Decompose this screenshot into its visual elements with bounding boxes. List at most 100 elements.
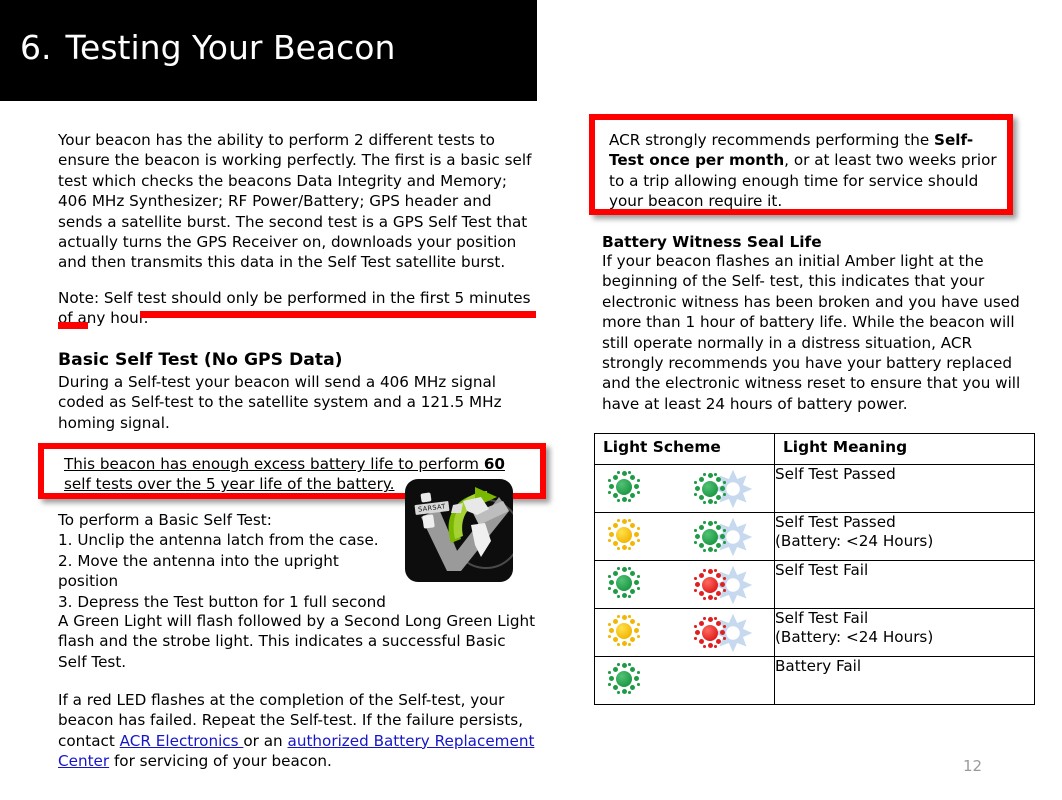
- light-slot-first: [607, 662, 641, 700]
- lamp-ray-dot: [621, 592, 627, 598]
- lamp-ray-dot: [630, 540, 636, 546]
- table-row: Self Test Passed (Battery: <24 Hours): [594, 512, 1035, 561]
- failure-paragraph: If a red LED flashes at the completion o…: [58, 690, 536, 772]
- lamp-ray-dot-small: [694, 529, 698, 532]
- lamp-ray-dot: [621, 519, 627, 525]
- lamp-ray-dot: [621, 615, 627, 621]
- lamp-ray-dot: [612, 475, 618, 481]
- slide-number: 6.: [20, 28, 52, 67]
- step-item-1: 1. Unclip the antenna latch from the cas…: [58, 531, 379, 550]
- lamp-ray-dot-small: [616, 518, 620, 522]
- lamp-ray-dot: [612, 492, 618, 498]
- lamp-ray-dot-small: [702, 520, 706, 524]
- table-header-row: Light Scheme Light Meaning: [594, 433, 1035, 465]
- lamp-bulb: [702, 624, 718, 641]
- lamp-ray-dot: [707, 521, 713, 527]
- lamp-ray-dot: [612, 588, 618, 594]
- cell-light-meaning: Self Test Fail: [774, 560, 1035, 609]
- callout-text-part1: This beacon has enough excess battery li…: [64, 455, 484, 473]
- lamp-ray-dot: [694, 534, 700, 539]
- lamp-ray-dot: [720, 630, 726, 635]
- step-item-2: 2. Move the antenna into the upright pos…: [58, 551, 339, 591]
- lamp-ray-dot-small: [616, 643, 620, 647]
- lamp-ray-dot: [608, 676, 614, 681]
- lamp-ray-dot: [608, 628, 614, 633]
- lamp-ray-dot: [707, 473, 713, 479]
- lamp-ray-dot: [698, 477, 704, 483]
- lamp-ray-dot-small: [616, 566, 620, 570]
- lamp-ray-dot-small: [722, 492, 726, 496]
- lamp-ray-dot-small: [702, 568, 706, 572]
- lamp-bulb: [616, 526, 632, 543]
- lamp-ray-dot: [608, 484, 614, 489]
- lamp-ray-dot-small: [628, 662, 632, 666]
- lamp-ray-dot: [621, 496, 627, 502]
- self-test-frequency-text: ACR strongly recommends performing the S…: [609, 130, 1001, 212]
- lamp-ray-dot-small: [714, 616, 718, 620]
- lamp-ray-dot: [612, 571, 618, 577]
- callout-text-part2: self tests over the 5 year life of the b…: [64, 475, 395, 494]
- lamp-ray-dot: [612, 619, 618, 625]
- lamp-ray-dot-small: [616, 470, 620, 474]
- lamp-ray-dot-small: [714, 645, 718, 649]
- lamp-ray-dot: [694, 486, 700, 491]
- lamp-bulb: [616, 478, 632, 495]
- lamp-ray-dot-small: [608, 538, 612, 542]
- red-highlight-rule-primary: [140, 311, 536, 318]
- lamp-ray-dot-small: [636, 575, 640, 578]
- lamp-ray-dot: [716, 542, 722, 548]
- lamp-ray-dot-small: [694, 481, 698, 484]
- light-slot-first: [607, 518, 641, 556]
- green-light-icon: [693, 472, 727, 506]
- lamp-ray-dot: [621, 688, 627, 694]
- lamp-ray-dot-small: [636, 682, 640, 686]
- page-number: 12: [963, 757, 983, 775]
- acr-electronics-link[interactable]: ACR Electronics: [120, 732, 244, 750]
- lamp-ray-dot-small: [722, 625, 726, 628]
- lamp-ray-dot: [630, 636, 636, 642]
- light-slot-first: [607, 470, 641, 508]
- lamp-bulb: [702, 480, 718, 497]
- light-scheme-icons: [595, 561, 774, 608]
- failure-text-part2: or an: [243, 731, 288, 750]
- lamp-ray-dot: [707, 617, 713, 623]
- self-test-frequency-callout-box: ACR strongly recommends performing the S…: [589, 114, 1013, 215]
- column-header-light-meaning: Light Meaning: [774, 433, 1035, 465]
- cell-light-meaning: Self Test Passed: [774, 464, 1035, 513]
- battery-witness-paragraph: If your beacon flashes an initial Amber …: [602, 252, 1021, 413]
- lamp-ray-dot-small: [702, 549, 706, 553]
- lamp-ray-dot: [621, 663, 627, 669]
- lamp-ray-dot-small: [694, 577, 698, 580]
- lamp-ray-dot-small: [714, 501, 718, 505]
- amber-light-icon: [607, 518, 641, 552]
- lamp-ray-dot: [720, 486, 726, 491]
- lamp-ray-dot: [698, 525, 704, 531]
- lamp-ray-dot-small: [694, 492, 698, 496]
- lamp-ray-dot: [612, 684, 618, 690]
- lamp-ray-dot-small: [694, 540, 698, 544]
- lamp-ray-dot-small: [714, 549, 718, 553]
- lamp-ray-dot-small: [722, 540, 726, 544]
- lamp-ray-dot: [707, 642, 713, 648]
- lamp-ray-dot-small: [636, 623, 640, 626]
- lamp-ray-dot: [621, 640, 627, 646]
- lamp-ray-dot: [716, 573, 722, 579]
- lamp-ray-dot: [707, 594, 713, 600]
- lamp-ray-dot: [612, 636, 618, 642]
- table-row: Battery Fail: [594, 656, 1035, 705]
- red-light-icon: [693, 616, 727, 650]
- lamp-ray-dot: [612, 667, 618, 673]
- lamp-ray-dot: [707, 498, 713, 504]
- green-light-icon: [607, 566, 641, 600]
- lamp-ray-dot-small: [608, 586, 612, 590]
- light-scheme-icons: [595, 609, 774, 656]
- lamp-ray-dot-small: [722, 636, 726, 640]
- satellite-body-shape: [420, 492, 432, 503]
- lamp-ray-dot-small: [636, 586, 640, 590]
- lamp-ray-dot-small: [628, 470, 632, 474]
- lamp-ray-dot: [694, 582, 700, 587]
- lamp-ray-dot: [634, 676, 640, 681]
- lamp-ray-dot: [621, 544, 627, 550]
- cell-light-scheme: [594, 560, 775, 609]
- green-light-icon: [607, 662, 641, 696]
